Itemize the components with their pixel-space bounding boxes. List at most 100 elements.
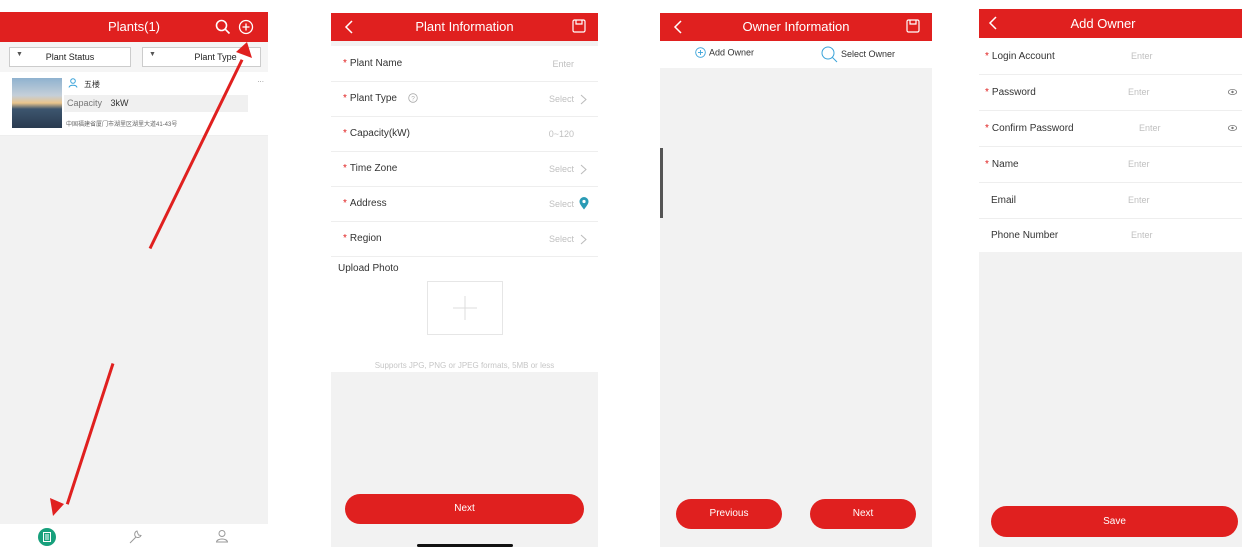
required-mark: * — [343, 93, 347, 104]
owner-list-background — [660, 68, 932, 547]
field-address[interactable]: * Address Select — [331, 187, 598, 222]
upload-photo-button[interactable] — [427, 281, 503, 335]
field-label: * Plant Name — [343, 47, 402, 81]
chevron-right-icon — [580, 164, 587, 175]
field-login-account[interactable]: * Login Account Enter — [979, 39, 1242, 75]
field-confirm-password[interactable]: * Confirm Password Enter — [979, 111, 1242, 147]
field-label-text: Plant Name — [349, 58, 403, 69]
list-background — [0, 136, 268, 524]
tab-plants-icon[interactable] — [38, 528, 56, 546]
field-value: Enter — [1128, 159, 1150, 169]
add-circle-icon — [695, 47, 706, 58]
tab-profile-icon[interactable] — [215, 529, 229, 543]
add-owner-button[interactable]: Add Owner — [695, 47, 754, 58]
previous-button[interactable]: Previous — [676, 499, 782, 529]
field-label-text: Name — [991, 159, 1019, 170]
location-pin-icon[interactable] — [579, 197, 589, 210]
field-time-zone[interactable]: * Time Zone Select — [331, 152, 598, 187]
plants-screen: Plants(1) ▼ Plant Status ▼ Plant Type 五楼… — [0, 0, 268, 547]
save-icon[interactable] — [572, 19, 586, 33]
next-button[interactable]: Next — [345, 494, 584, 524]
field-label: * Login Account — [985, 39, 1055, 74]
field-label-text: Phone Number — [991, 230, 1059, 241]
eye-icon[interactable] — [1228, 89, 1237, 95]
required-mark: * — [985, 159, 989, 170]
field-label-text: Region — [349, 233, 382, 244]
plant-info-header: Plant Information — [331, 13, 598, 41]
plants-header: Plants(1) — [0, 12, 268, 42]
required-mark: * — [343, 58, 347, 69]
field-name[interactable]: * Name Enter — [979, 147, 1242, 183]
field-label-text: Confirm Password — [991, 123, 1074, 134]
next-button[interactable]: Next — [810, 499, 916, 529]
field-value: Enter — [1139, 123, 1161, 133]
required-mark: * — [343, 163, 347, 174]
dropdown-arrow-icon: ▼ — [149, 51, 156, 58]
add-owner-header: Add Owner — [979, 9, 1242, 38]
save-button[interactable]: Save — [991, 506, 1238, 537]
tab-maintenance-icon[interactable] — [127, 529, 143, 545]
help-icon[interactable]: ? — [408, 93, 418, 104]
field-label-text: Address — [349, 198, 387, 209]
required-mark: * — [343, 128, 347, 139]
select-owner-button[interactable]: Select Owner — [820, 45, 895, 63]
search-icon — [820, 45, 838, 63]
upload-photo-label: Upload Photo — [338, 263, 399, 274]
field-label-text: Plant Type — [349, 93, 397, 104]
plant-thumbnail — [12, 78, 62, 128]
plus-icon — [452, 295, 478, 321]
field-value: Enter — [1128, 87, 1150, 97]
field-label: * Password — [985, 75, 1036, 110]
field-label-text: Time Zone — [349, 163, 398, 174]
upload-hint: Supports JPG, PNG or JPEG formats, 5MB o… — [374, 361, 555, 370]
page-title: Plant Information — [415, 19, 514, 34]
save-icon[interactable] — [906, 19, 920, 33]
field-phone-number[interactable]: Phone Number Enter — [979, 219, 1242, 252]
field-region[interactable]: * Region Select — [331, 222, 598, 257]
plant-address: 中国福建省厦门市湖里区湖里大道41-43号 — [66, 122, 178, 128]
required-mark: * — [343, 198, 347, 209]
owner-icon — [68, 78, 78, 88]
field-value: Enter — [1131, 51, 1153, 61]
field-value: Enter — [552, 59, 574, 69]
required-mark: * — [985, 123, 989, 134]
add-plant-icon[interactable] — [238, 19, 254, 35]
required-mark: * — [985, 87, 989, 98]
field-value: Enter — [1131, 230, 1153, 240]
plant-status-filter[interactable]: ▼ Plant Status — [9, 47, 131, 67]
field-label-text: Capacity(kW) — [349, 128, 410, 139]
owner-info-header: Owner Information — [660, 13, 932, 41]
search-icon[interactable] — [215, 19, 231, 35]
field-label: * Time Zone — [343, 152, 397, 186]
field-label-text: Login Account — [991, 51, 1055, 62]
more-icon[interactable]: ... — [257, 75, 264, 84]
plant-card[interactable]: 五楼 ... Capacity 3kW 中国福建省厦门市湖里区湖里大道41-43… — [0, 72, 268, 136]
capacity-label: Capacity — [67, 98, 103, 108]
field-label: * Confirm Password — [985, 111, 1074, 146]
field-value: Select — [548, 199, 574, 209]
field-label: * Plant Type ? — [343, 82, 418, 116]
field-label: * Name — [985, 147, 1019, 182]
field-label-text: Password — [991, 87, 1036, 98]
field-email[interactable]: Email Enter — [979, 183, 1242, 219]
field-plant-type[interactable]: * Plant Type ? Select — [331, 82, 598, 117]
field-label-text: Email — [991, 195, 1017, 206]
required-mark: * — [343, 233, 347, 244]
required-mark: * — [985, 51, 989, 62]
field-plant-name[interactable]: * Plant Name Enter — [331, 47, 598, 82]
eye-icon[interactable] — [1228, 125, 1237, 131]
field-label: * Address — [343, 187, 387, 221]
filter-label: Plant Status — [45, 52, 95, 62]
field-label: * Region — [343, 222, 382, 256]
add-owner-screen: Add Owner * Login Account Enter * Password… — [979, 0, 1242, 547]
field-capacity[interactable]: * Capacity(kW) 0~120 — [331, 117, 598, 152]
plant-name: 五楼 — [84, 80, 100, 89]
field-label: Email — [991, 183, 1016, 218]
arrowhead-icon — [236, 42, 252, 60]
field-password[interactable]: * Password Enter — [979, 75, 1242, 111]
add-owner-label: Add Owner — [709, 47, 755, 58]
filter-bar: ▼ Plant Status ▼ Plant Type — [0, 42, 268, 72]
header-shadow — [331, 41, 598, 46]
owner-action-bar: Add Owner Select Owner — [660, 41, 932, 68]
side-handle — [660, 148, 663, 218]
